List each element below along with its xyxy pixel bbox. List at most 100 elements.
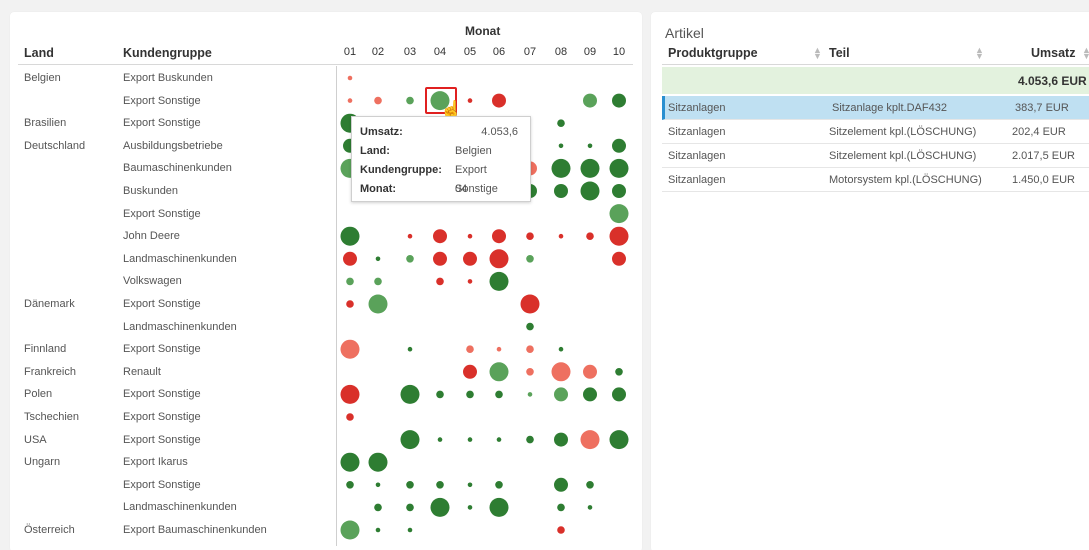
bubble-point[interactable] [436, 481, 444, 489]
bubble-point[interactable] [466, 345, 474, 354]
bubble-point[interactable] [526, 254, 534, 263]
bubble-point[interactable] [526, 232, 534, 240]
bubble-point[interactable] [407, 346, 413, 352]
bubble-point[interactable] [466, 390, 474, 399]
bubble-point[interactable] [463, 251, 477, 266]
bubble-point[interactable] [374, 277, 382, 286]
bubble-point[interactable] [340, 520, 360, 540]
bubble-point[interactable] [527, 392, 533, 397]
bubble-point[interactable] [436, 390, 444, 399]
bubble-point[interactable] [609, 158, 629, 178]
bubble-point[interactable] [615, 368, 623, 376]
bubble-point[interactable] [489, 271, 509, 291]
bubble-point[interactable] [375, 527, 381, 533]
bubble-point[interactable] [496, 346, 502, 352]
bubble-point[interactable] [558, 233, 564, 239]
bubble-point[interactable] [580, 158, 600, 178]
teil-column-header[interactable]: Teil [829, 46, 850, 60]
bubble-point[interactable] [520, 294, 540, 314]
bubble-point[interactable] [612, 251, 626, 266]
bubble-point[interactable] [609, 204, 629, 224]
bubble-point[interactable] [340, 339, 360, 359]
bubble-point[interactable] [612, 387, 626, 402]
bubble-point[interactable] [406, 503, 414, 512]
bubble-point[interactable] [400, 384, 420, 404]
bubble-point[interactable] [374, 503, 382, 512]
bubble-point[interactable] [526, 435, 534, 444]
bubble-point[interactable] [554, 387, 568, 402]
sort-icon[interactable]: ▲ ▼ [813, 46, 822, 61]
bubble-point[interactable] [489, 249, 509, 269]
bubble-point[interactable] [467, 233, 473, 239]
bubble-point[interactable] [406, 254, 414, 263]
bubble-point[interactable] [612, 184, 626, 198]
kundengruppe-column-header[interactable]: Kundengruppe [123, 46, 212, 60]
bubble-point[interactable] [609, 430, 629, 450]
bubble-point[interactable] [346, 481, 354, 489]
bubble-point[interactable] [467, 279, 473, 284]
bubble-point[interactable] [467, 437, 473, 442]
bubble-point[interactable] [526, 368, 534, 376]
bubble-point[interactable] [407, 527, 413, 533]
bubble-point[interactable] [340, 226, 360, 246]
bubble-point[interactable] [557, 526, 565, 534]
bubble-point[interactable] [375, 482, 381, 488]
bubble-point[interactable] [557, 503, 565, 512]
bubble-point[interactable] [406, 96, 414, 105]
bubble-point[interactable] [558, 143, 564, 149]
bubble-point[interactable] [406, 481, 414, 489]
bubble-point[interactable] [346, 300, 354, 308]
bubble-point[interactable] [612, 93, 626, 108]
produktgruppe-column-header[interactable]: Produktgruppe [668, 46, 758, 60]
artikel-table-row[interactable]: Sitzanlagen Sitzelement kpl.(LÖSCHUNG) 2.0… [662, 144, 1089, 168]
bubble-point[interactable] [583, 387, 597, 402]
bubble-point[interactable] [340, 384, 360, 404]
land-column-header[interactable]: Land [24, 46, 54, 60]
bubble-point[interactable] [346, 413, 354, 421]
bubble-point[interactable] [433, 251, 447, 266]
bubble-point[interactable] [586, 481, 594, 489]
bubble-point[interactable] [586, 232, 594, 240]
bubble-point[interactable] [554, 184, 568, 198]
bubble-point[interactable] [492, 229, 506, 244]
bubble-point[interactable] [496, 437, 502, 442]
bubble-point[interactable] [551, 158, 571, 178]
sort-icon[interactable]: ▲ ▼ [1082, 46, 1089, 61]
bubble-point[interactable] [374, 96, 382, 105]
bubble-point[interactable] [558, 346, 564, 352]
bubble-point[interactable] [467, 505, 473, 510]
bubble-point[interactable] [400, 430, 420, 450]
bubble-point[interactable] [436, 277, 444, 286]
bubble-point[interactable] [347, 98, 353, 103]
bubble-point[interactable] [583, 364, 597, 379]
bubble-point[interactable] [526, 322, 534, 331]
bubble-point[interactable] [557, 119, 565, 127]
bubble-point[interactable] [580, 430, 600, 450]
artikel-table-row[interactable]: Sitzanlagen Sitzelement kpl.(LÖSCHUNG) 202… [662, 120, 1089, 144]
sort-icon[interactable]: ▲ ▼ [975, 46, 984, 61]
bubble-point[interactable] [609, 226, 629, 246]
artikel-table-row[interactable]: Sitzanlagen Sitzanlage kplt.DAF432 383,7 E… [662, 96, 1089, 120]
bubble-point[interactable] [554, 477, 568, 492]
bubble-point[interactable] [495, 390, 503, 399]
bubble-point[interactable] [343, 251, 357, 266]
bubble-point[interactable] [347, 75, 353, 81]
umsatz-column-header[interactable]: Umsatz [1031, 46, 1075, 60]
bubble-point[interactable] [340, 452, 360, 472]
bubble-point[interactable] [612, 138, 626, 153]
bubble-point[interactable] [587, 143, 593, 149]
bubble-point[interactable] [551, 362, 571, 382]
bubble-point[interactable] [407, 233, 413, 239]
bubble-point[interactable] [437, 437, 443, 442]
bubble-point[interactable] [368, 294, 388, 314]
bubble-point[interactable] [368, 452, 388, 472]
bubble-point[interactable] [583, 93, 597, 108]
bubble-point[interactable] [433, 229, 447, 244]
bubble-point[interactable] [526, 345, 534, 354]
bubble-point[interactable] [375, 256, 381, 262]
bubble-point[interactable] [463, 364, 477, 379]
bubble-point[interactable] [580, 181, 600, 201]
bubble-point[interactable] [467, 482, 473, 488]
bubble-point[interactable] [554, 432, 568, 447]
bubble-point[interactable] [467, 98, 473, 103]
